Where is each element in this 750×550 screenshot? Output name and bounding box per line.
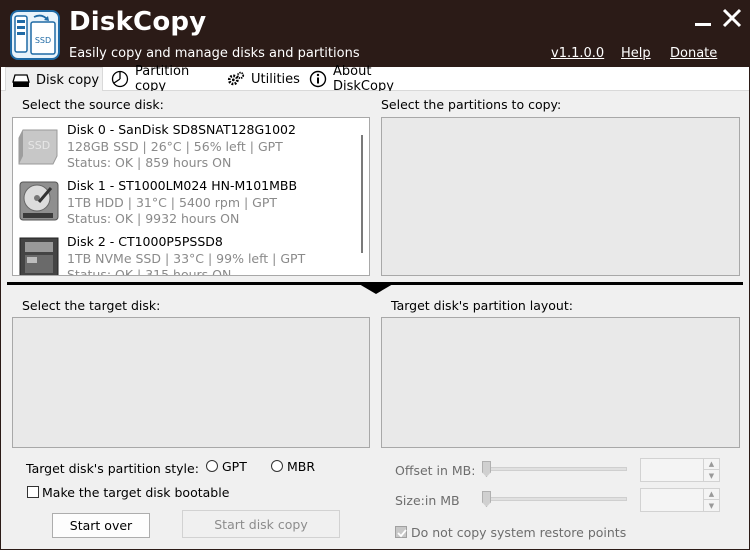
ssd-icon-text: SSD [28, 139, 50, 152]
disk-list-item[interactable]: SSD Disk 0 - SanDisk SD8SNAT128G1002 128… [13, 118, 353, 174]
size-slider[interactable] [485, 497, 627, 501]
tab-about[interactable]: About DiskCopy [303, 64, 431, 94]
size-slider-thumb[interactable] [482, 491, 491, 507]
partitions-label: Select the partitions to copy: [381, 97, 562, 112]
disk-copy-page: Select the source disk: Select the parti… [1, 91, 749, 549]
tab-bar: Disk copy Partition copy Utilities About… [1, 64, 749, 94]
partitions-list[interactable] [381, 117, 740, 276]
title-bar: SSD DiskCopy Easily copy and manage disk… [1, 1, 749, 67]
size-spinbox[interactable]: ▲ ▼ [640, 488, 720, 512]
mbr-radio[interactable] [271, 460, 283, 472]
disk-spec: 128GB SSD | 26°C | 56% left | GPT [67, 139, 283, 154]
disk-list-item[interactable]: Disk 2 - CT1000P5PSSD8 1TB NVMe SSD | 33… [13, 230, 353, 276]
tab-label: Utilities [251, 71, 300, 87]
down-arrow-icon [359, 284, 393, 294]
start-over-button[interactable]: Start over [52, 513, 150, 538]
minimize-icon [695, 23, 711, 26]
app-logo-text: SSD [35, 36, 51, 45]
partition-style-label: Target disk's partition style: [26, 461, 199, 476]
tab-partition-copy[interactable]: Partition copy [105, 64, 219, 94]
offset-label: Offset in MB: [395, 463, 476, 478]
target-disk-list[interactable] [12, 317, 370, 448]
spin-down-icon[interactable]: ▼ [704, 470, 719, 481]
offset-slider-thumb[interactable] [482, 461, 491, 477]
target-layout-label: Target disk's partition layout: [391, 298, 573, 313]
start-disk-copy-button[interactable]: Start disk copy [182, 510, 340, 538]
offset-spinbox[interactable]: ▲ ▼ [640, 458, 720, 482]
bootable-checkbox[interactable] [27, 486, 39, 498]
disk-name: Disk 2 - CT1000P5PSSD8 [67, 234, 223, 249]
disk-status: Status: OK | 9932 hours ON [67, 211, 240, 226]
pie-chart-icon [111, 70, 129, 88]
app-subtitle: Easily copy and manage disks and partiti… [69, 46, 360, 61]
disk-spec: 1TB HDD | 31°C | 5400 rpm | GPT [67, 195, 278, 210]
info-icon [309, 70, 327, 88]
no-restore-checkbox[interactable] [395, 526, 407, 538]
disk-name: Disk 0 - SanDisk SD8SNAT128G1002 [67, 122, 296, 137]
disk-status: Status: OK | 315 hours ON [67, 267, 232, 276]
target-layout-panel [381, 317, 740, 448]
gears-icon [227, 70, 245, 88]
disk-name: Disk 1 - ST1000LM024 HN-M101MBB [67, 178, 298, 193]
source-list-scrollbar[interactable] [356, 119, 368, 274]
tab-label: Disk copy [36, 72, 100, 88]
no-restore-label: Do not copy system restore points [411, 525, 627, 540]
mbr-label: MBR [287, 459, 316, 474]
minimize-button[interactable] [691, 7, 719, 33]
size-label: Size:in MB [395, 493, 460, 508]
spin-down-icon[interactable]: ▼ [704, 500, 719, 511]
scrollbar-thumb[interactable] [361, 135, 363, 253]
nvme-icon [17, 236, 61, 275]
source-disk-list[interactable]: SSD Disk 0 - SanDisk SD8SNAT128G1002 128… [12, 117, 370, 276]
app-logo-icon: SSD [10, 10, 60, 60]
source-disk-label: Select the source disk: [22, 97, 164, 112]
close-icon [722, 8, 742, 28]
tab-label: About DiskCopy [333, 64, 394, 94]
tab-utilities[interactable]: Utilities [221, 67, 301, 91]
gpt-radio[interactable] [206, 460, 218, 472]
target-disk-label: Select the target disk: [22, 298, 161, 313]
spin-up-icon[interactable]: ▲ [704, 489, 719, 500]
disk-status: Status: OK | 859 hours ON [67, 155, 232, 170]
help-link[interactable]: Help [621, 46, 651, 61]
offset-slider[interactable] [485, 467, 627, 471]
version-link[interactable]: v1.1.0.0 [551, 46, 604, 61]
tab-label: Partition copy [135, 64, 190, 94]
close-button[interactable] [719, 7, 747, 33]
app-title: DiskCopy [69, 7, 207, 37]
donate-link[interactable]: Donate [670, 46, 717, 61]
disk-spec: 1TB NVMe SSD | 33°C | 99% left | GPT [67, 251, 306, 266]
disk-list-item[interactable]: Disk 1 - ST1000LM024 HN-M101MBB 1TB HDD … [13, 174, 353, 230]
checkmark-icon [397, 529, 407, 538]
gpt-label: GPT [222, 459, 247, 474]
hdd-icon [17, 180, 61, 222]
disk-icon [12, 71, 30, 89]
ssd-icon: SSD [17, 124, 61, 166]
spin-up-icon[interactable]: ▲ [704, 459, 719, 470]
bootable-label: Make the target disk bootable [42, 485, 230, 500]
diskcopy-window: SSD DiskCopy Easily copy and manage disk… [0, 0, 750, 550]
tab-disk-copy[interactable]: Disk copy [5, 67, 103, 92]
